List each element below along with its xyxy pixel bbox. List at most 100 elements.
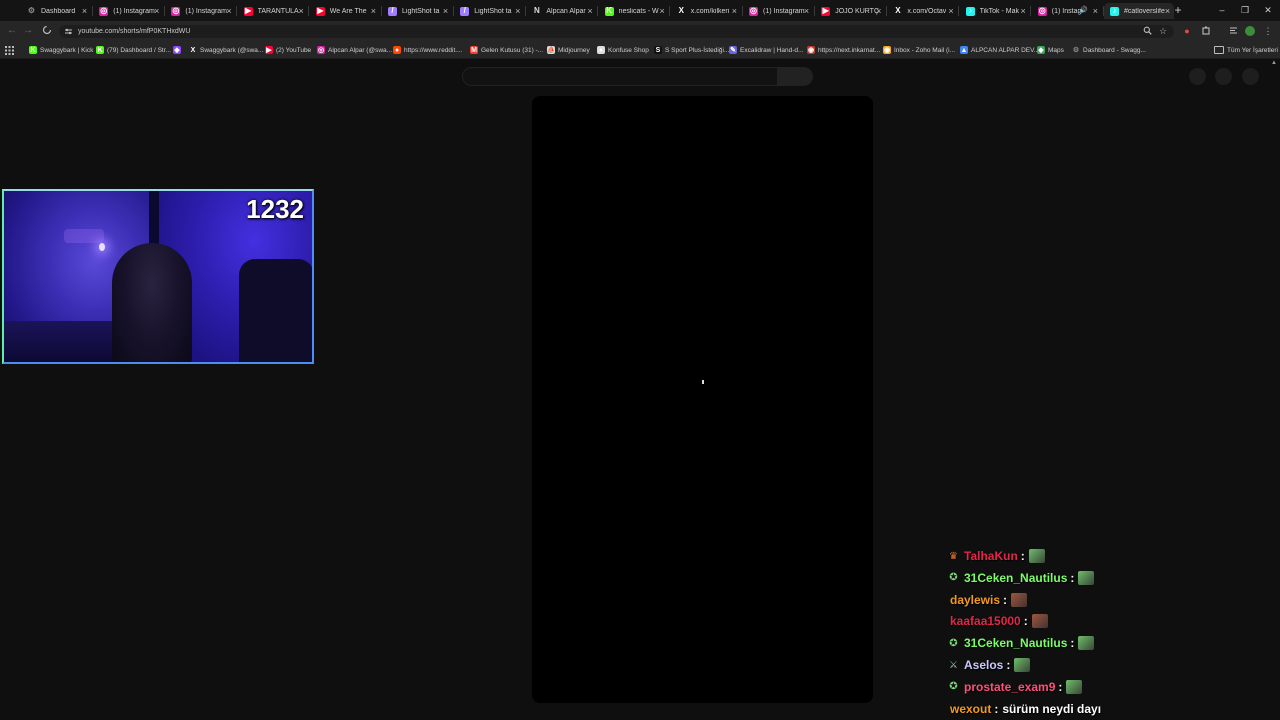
tab-close-icon[interactable]: × — [371, 5, 376, 17]
bookmark-label: Konfuse Shop — [608, 46, 649, 54]
extensions-puzzle-icon[interactable] — [1201, 26, 1211, 36]
bookmark-item[interactable]: ▶ (2) YouTube — [265, 44, 311, 56]
tab-5[interactable]: ▶ We Are The × — [310, 3, 380, 19]
tab-13[interactable]: Xx.com/Octav × — [887, 3, 957, 19]
audio-playing-icon[interactable]: 🔊 — [1079, 5, 1088, 17]
bookmark-label: https://next.inkarnat... — [818, 46, 881, 54]
bookmark-label: https://www.reddit.... — [404, 46, 463, 54]
bookmark-item[interactable]: ◆ Maps — [1037, 44, 1064, 56]
tab-8[interactable]: N Alpcan Alpar × — [526, 3, 596, 19]
tab-close-icon[interactable]: × — [299, 5, 304, 17]
reload-icon[interactable] — [41, 25, 53, 37]
bookmark-item[interactable]: K (79) Dashboard / Str... — [96, 44, 171, 56]
chat-text: sürüm neydi dayı — [1002, 701, 1102, 716]
tab-close-icon[interactable]: × — [1093, 5, 1098, 17]
tab-close-icon[interactable]: × — [226, 5, 231, 17]
chat-colon: : — [1070, 636, 1075, 651]
new-tab-button[interactable]: + — [1172, 3, 1184, 17]
youtube-icon: ▶ — [315, 6, 325, 16]
tab-6[interactable]: / LightShot ta × — [382, 3, 452, 19]
bookmark-label: Gelen Kutusu (31) -... — [481, 46, 544, 54]
profile-avatar[interactable] — [1245, 26, 1255, 36]
tab-15[interactable]: ◎ (1) Instag 🔊 × — [1032, 3, 1102, 19]
gear-icon: ⚙ — [27, 6, 36, 15]
tab-close-icon[interactable]: × — [587, 5, 592, 17]
youtube-search-button[interactable] — [778, 67, 813, 86]
restore-button[interactable]: ❐ — [1238, 3, 1252, 17]
tab-14[interactable]: ♪ TikTok - Mak × — [960, 3, 1030, 19]
tab-12[interactable]: ▶ JOJO KÜRTÇ × — [815, 3, 885, 19]
bookmark-label: Midjourney — [558, 46, 590, 54]
sub-icon: ✪ — [949, 572, 958, 584]
tab-11[interactable]: ◎ (1) Instagram × — [743, 3, 813, 19]
bookmark-item[interactable]: ◉ Inbox - Zoho Mail (i... — [883, 44, 955, 56]
bookmark-item[interactable]: SS Sport Plus-İstediği... — [654, 44, 729, 56]
bookmark-item[interactable]: M Gelen Kutusu (31) -... — [470, 44, 543, 56]
tab-strip: ⚙ Dashboard × ◎ (1) Instagram × ◎ (1) Instagram… — [0, 0, 1280, 21]
bookmark-item[interactable]: ● Konfuse Shop — [597, 44, 649, 56]
tab-close-icon[interactable]: × — [876, 5, 881, 17]
chat-colon: : — [1020, 549, 1025, 563]
minimize-button[interactable]: – — [1215, 3, 1229, 17]
scrollbar-up-arrow[interactable]: ▲ — [1271, 60, 1277, 66]
chat-username: Aselos — [964, 658, 1004, 672]
emote-icon — [1014, 658, 1031, 672]
shelf-light — [64, 229, 104, 243]
crown-icon: ♛ — [949, 550, 958, 562]
close-window-button[interactable]: ✕ — [1261, 3, 1275, 17]
bookmark-item[interactable]: ◎ Alpcan Alpar (@swa... — [317, 44, 392, 56]
browser-menu-icon[interactable]: ⋮ — [1263, 26, 1273, 36]
tab-1[interactable]: ⚙ Dashboard × — [21, 3, 91, 19]
reading-list-icon[interactable] — [1228, 26, 1238, 36]
tab-close-icon[interactable]: × — [1021, 5, 1026, 17]
streamer-silhouette — [112, 243, 192, 362]
bookmark-item[interactable]: ◉ https://next.inkarnat... — [807, 44, 880, 56]
tab-10[interactable]: Xx.com/kilkeri × — [671, 3, 741, 19]
tab-close-icon[interactable]: × — [1165, 5, 1170, 17]
bookmark-item[interactable]: ✎ Excalidraw | Hand-d... — [729, 44, 803, 56]
forward-icon[interactable]: → — [22, 25, 34, 37]
zoom-icon[interactable] — [1142, 26, 1152, 36]
tab-7[interactable]: / LightShot ta × — [454, 3, 524, 19]
bookmark-item[interactable]: X Swaggybark (@swa... — [189, 44, 264, 56]
tab-close-icon[interactable]: × — [732, 5, 737, 17]
tab-close-icon[interactable]: × — [515, 5, 520, 17]
tab-close-icon[interactable]: × — [82, 5, 87, 17]
tab-close-icon[interactable]: × — [154, 5, 159, 17]
notion-icon: N — [534, 6, 540, 15]
bookmark-item[interactable]: K Swaggybark | Kick — [29, 44, 93, 56]
tab-16[interactable]: ♪ #catloverslife × — [1104, 3, 1175, 19]
tab-2[interactable]: ◎ (1) Instagram × — [93, 3, 163, 19]
bookmark-item[interactable]: ◆ — [173, 44, 184, 56]
tab-3[interactable]: ◎ (1) Instagram × — [165, 3, 235, 19]
url-text[interactable]: youtube.com/shorts/mfP0KTHxdWU — [78, 26, 190, 37]
bookmark-item[interactable]: ▲ ALPCAN ALPAR DEV... — [960, 44, 1039, 56]
emote-icon — [1078, 570, 1095, 585]
bookmark-item[interactable]: ● https://www.reddit.... — [393, 44, 463, 56]
tab-close-icon[interactable]: × — [660, 5, 665, 17]
apps-grid-icon[interactable] — [5, 44, 14, 56]
bookmark-item[interactable]: ⚙ Dashboard - Swagg... — [1072, 44, 1146, 56]
extension-icon[interactable]: ● — [1182, 26, 1192, 36]
address-bar[interactable] — [59, 25, 1174, 38]
kick-icon: K — [96, 46, 104, 54]
shorts-video-player[interactable] — [532, 96, 873, 703]
notifications-icon[interactable] — [1215, 68, 1232, 85]
webcam-overlay: 1232 — [2, 189, 314, 364]
tab-4[interactable]: ▶ TARANTULA × — [238, 3, 308, 19]
back-icon[interactable]: ← — [6, 25, 18, 37]
loading-spinner-icon — [702, 380, 704, 384]
tab-close-icon[interactable]: × — [804, 5, 809, 17]
drive-icon: ▲ — [960, 46, 968, 54]
bookmark-star-icon[interactable]: ☆ — [1158, 26, 1168, 36]
create-icon[interactable] — [1189, 68, 1206, 85]
emote-icon — [1031, 614, 1048, 629]
tab-close-icon[interactable]: × — [948, 5, 953, 17]
youtube-search-input[interactable] — [462, 67, 778, 86]
all-bookmarks-button[interactable]: Tüm Yer İşaretleri — [1214, 44, 1278, 56]
site-info-icon[interactable] — [64, 27, 73, 36]
bookmark-item[interactable]: ⛵ Midjourney — [547, 44, 590, 56]
account-avatar[interactable] — [1242, 68, 1259, 85]
tab-close-icon[interactable]: × — [443, 5, 448, 17]
tab-9[interactable]: Kneslicats - W × — [599, 3, 669, 19]
